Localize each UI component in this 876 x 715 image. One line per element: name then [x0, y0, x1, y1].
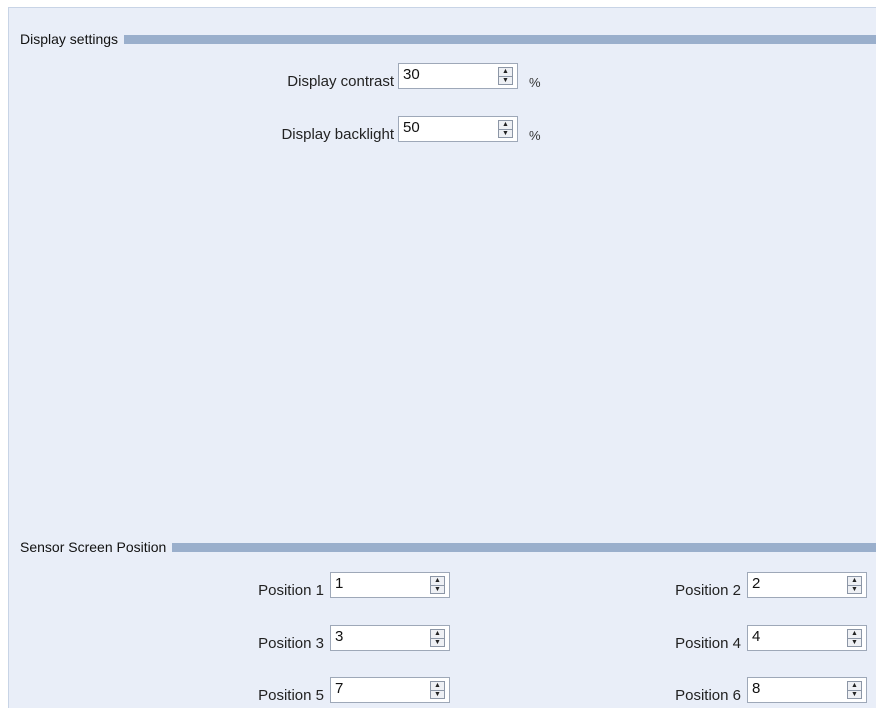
display-backlight-value[interactable]: 50: [399, 117, 498, 141]
arrow-down-icon[interactable]: ▼: [431, 586, 444, 594]
arrow-down-icon[interactable]: ▼: [499, 77, 512, 85]
display-contrast-spin-buttons[interactable]: ▲ ▼: [498, 67, 513, 85]
arrow-up-icon[interactable]: ▲: [848, 577, 861, 586]
position-1-spinner[interactable]: 1 ▲ ▼: [330, 572, 450, 598]
arrow-up-icon[interactable]: ▲: [499, 68, 512, 77]
display-backlight-unit: %: [529, 128, 541, 143]
display-contrast-label: Display contrast: [287, 73, 394, 90]
arrow-up-icon[interactable]: ▲: [499, 121, 512, 130]
display-settings-title: Display settings: [20, 31, 119, 47]
display-contrast-spinner[interactable]: 30 ▲ ▼: [398, 63, 518, 89]
arrow-down-icon[interactable]: ▼: [431, 639, 444, 647]
arrow-down-icon[interactable]: ▼: [431, 691, 444, 699]
position-4-spin-buttons[interactable]: ▲ ▼: [847, 629, 862, 647]
position-5-label: Position 5: [258, 687, 324, 704]
position-1-label: Position 1: [258, 582, 324, 599]
arrow-down-icon[interactable]: ▼: [848, 639, 861, 647]
sensor-screen-position-header: Sensor Screen Position: [9, 538, 876, 556]
position-6-label: Position 6: [675, 687, 741, 704]
display-contrast-value[interactable]: 30: [399, 64, 498, 88]
arrow-up-icon[interactable]: ▲: [431, 682, 444, 691]
section-divider-bar: [124, 34, 876, 44]
position-5-spin-buttons[interactable]: ▲ ▼: [430, 681, 445, 699]
arrow-up-icon[interactable]: ▲: [848, 630, 861, 639]
display-backlight-spinner[interactable]: 50 ▲ ▼: [398, 116, 518, 142]
display-backlight-label: Display backlight: [281, 126, 394, 143]
arrow-down-icon[interactable]: ▼: [848, 586, 861, 594]
position-3-spinner[interactable]: 3 ▲ ▼: [330, 625, 450, 651]
sensor-screen-position-title: Sensor Screen Position: [20, 539, 167, 555]
arrow-down-icon[interactable]: ▼: [499, 130, 512, 138]
position-4-label: Position 4: [675, 635, 741, 652]
position-4-value[interactable]: 4: [748, 626, 847, 650]
position-5-spinner[interactable]: 7 ▲ ▼: [330, 677, 450, 703]
arrow-up-icon[interactable]: ▲: [848, 682, 861, 691]
position-2-label: Position 2: [675, 582, 741, 599]
position-1-spin-buttons[interactable]: ▲ ▼: [430, 576, 445, 594]
settings-panel: Display settings Display contrast 30 ▲ ▼…: [8, 7, 876, 708]
position-6-value[interactable]: 8: [748, 678, 847, 702]
position-1-value[interactable]: 1: [331, 573, 430, 597]
position-2-spin-buttons[interactable]: ▲ ▼: [847, 576, 862, 594]
display-backlight-spin-buttons[interactable]: ▲ ▼: [498, 120, 513, 138]
position-5-value[interactable]: 7: [331, 678, 430, 702]
position-3-spin-buttons[interactable]: ▲ ▼: [430, 629, 445, 647]
position-4-spinner[interactable]: 4 ▲ ▼: [747, 625, 867, 651]
arrow-down-icon[interactable]: ▼: [848, 691, 861, 699]
section-divider-bar: [172, 542, 876, 552]
position-2-spinner[interactable]: 2 ▲ ▼: [747, 572, 867, 598]
position-2-value[interactable]: 2: [748, 573, 847, 597]
display-contrast-unit: %: [529, 75, 541, 90]
position-3-value[interactable]: 3: [331, 626, 430, 650]
position-6-spinner[interactable]: 8 ▲ ▼: [747, 677, 867, 703]
arrow-up-icon[interactable]: ▲: [431, 630, 444, 639]
position-3-label: Position 3: [258, 635, 324, 652]
position-6-spin-buttons[interactable]: ▲ ▼: [847, 681, 862, 699]
display-settings-header: Display settings: [9, 30, 876, 48]
arrow-up-icon[interactable]: ▲: [431, 577, 444, 586]
